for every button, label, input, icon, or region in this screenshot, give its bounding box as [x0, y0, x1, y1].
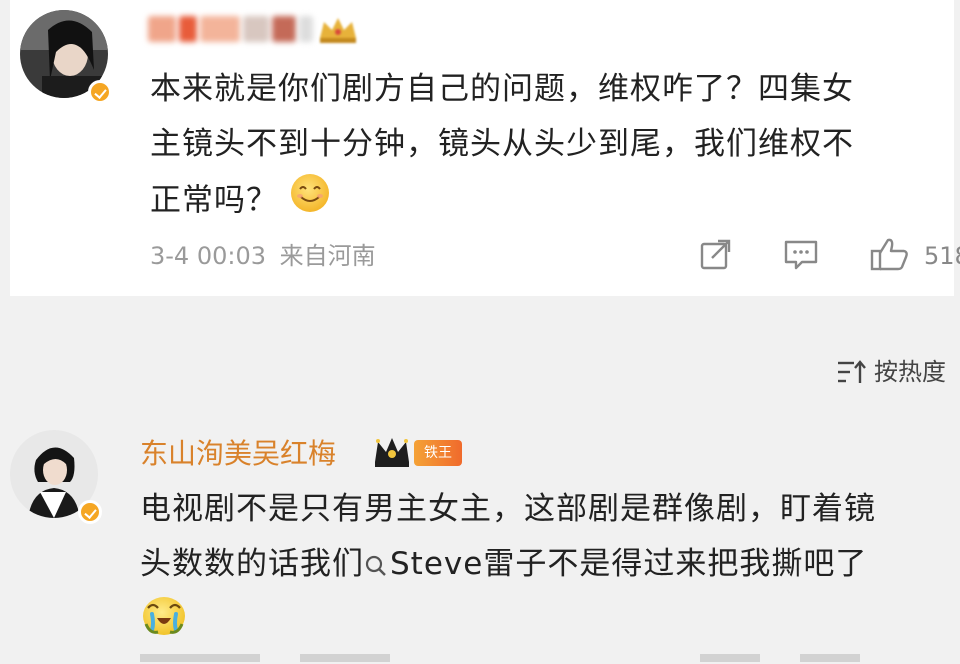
comment-line: 头数数的话我们: [140, 546, 364, 582]
timestamp: 3-4 00:03: [150, 242, 266, 270]
smile-icon: [289, 172, 331, 232]
crown-icon: [320, 18, 356, 43]
comment-line: 不是得过来把我撕吧了: [547, 546, 868, 582]
comment-text: 电视剧不是只有男主女主，这部剧是群像剧，盯着镜 头数数的话我们 Steve雷子不是…: [140, 482, 940, 592]
comment-text: 本来就是你们剧方自己的问题，维权咋了？四集女 主镜头不到十分钟，镜头从头少到尾，…: [150, 62, 950, 232]
like-icon[interactable]: [868, 236, 912, 276]
comment-meta: 3-4 00:03 来自河南: [150, 238, 376, 274]
mention-link[interactable]: Steve雷子: [364, 546, 547, 582]
verified-badge-icon: [88, 80, 112, 104]
share-icon[interactable]: [698, 236, 734, 276]
username[interactable]: 东山洵美吴红梅: [140, 434, 336, 474]
comment-card-1: 本来就是你们剧方自己的问题，维权咋了？四集女 主镜头不到十分钟，镜头从头少到尾，…: [10, 0, 960, 296]
comment-line: 正常吗？: [150, 182, 278, 219]
search-icon: [365, 555, 386, 576]
username-redacted[interactable]: [148, 14, 360, 44]
comment-line: 本来就是你们剧方自己的问题，维权咋了？四集女: [150, 71, 854, 107]
location: 来自河南: [279, 242, 376, 270]
sort-icon: [838, 360, 866, 383]
mention-text: Steve雷子: [390, 546, 548, 582]
laughing-cry-icon: [140, 594, 188, 642]
crown-icon: [375, 438, 409, 467]
comment-line: 电视剧不是只有男主女主，这部剧是群像剧，盯着镜: [140, 491, 876, 527]
comment-icon[interactable]: [782, 236, 820, 276]
comment-line: 主镜头不到十分钟，镜头从头少到尾，我们维权不: [150, 126, 854, 162]
sort-label: 按热度: [874, 358, 946, 386]
sort-by-hot-button[interactable]: 按热度: [836, 354, 946, 390]
next-comment-preview: [140, 654, 860, 662]
like-count: 518: [924, 242, 960, 270]
verified-badge-icon: [78, 500, 102, 524]
fan-level-badge[interactable]: 铁王: [414, 440, 462, 466]
